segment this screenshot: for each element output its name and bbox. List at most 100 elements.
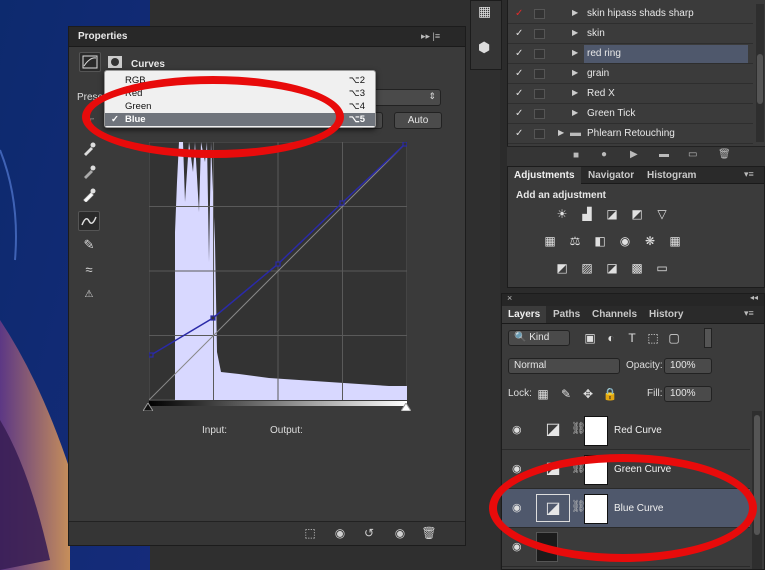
visibility-eye-icon[interactable]: ◉	[512, 423, 522, 436]
channel-mixer-icon[interactable]: ❋	[642, 234, 658, 248]
lock-position-icon[interactable]: ✥	[580, 387, 596, 401]
posterize-icon[interactable]: ▨	[579, 261, 595, 275]
curves-graph[interactable]	[149, 142, 407, 400]
properties-tab[interactable]: Properties	[72, 29, 133, 47]
lock-transparent-icon[interactable]: ▦	[535, 387, 551, 401]
toggle-box[interactable]	[534, 129, 545, 139]
visibility-eye-icon[interactable]: ◉	[391, 526, 409, 542]
toggle-box[interactable]	[534, 9, 545, 19]
layer-mask-icon[interactable]	[104, 52, 126, 72]
visibility-check-icon[interactable]: ✓	[515, 48, 523, 59]
exposure-icon[interactable]: ◩	[629, 207, 645, 221]
clip-to-layer-icon[interactable]: ⬚	[301, 526, 319, 542]
panel-menu-icon[interactable]: ▾≡	[744, 308, 754, 319]
visibility-check-icon[interactable]: ✓	[515, 28, 523, 39]
tab-layers[interactable]: Layers	[502, 306, 547, 323]
trash-icon[interactable]: 🗑	[420, 526, 438, 542]
brush-presets-icon[interactable]: ▦	[478, 3, 491, 20]
tab-navigator[interactable]: Navigator	[582, 167, 640, 184]
panel-menu-icon[interactable]: ▸▸ |≡	[421, 31, 440, 42]
color-balance-icon[interactable]: ⚖	[567, 234, 583, 248]
opacity-input[interactable]: 100%	[664, 358, 712, 374]
close-icon[interactable]: ×	[507, 293, 512, 303]
smart-object-filter-icon[interactable]: ▢	[666, 331, 682, 345]
visibility-check-icon[interactable]: ✓	[515, 108, 523, 119]
play-icon[interactable]: ▶	[630, 149, 638, 160]
color-lookup-icon[interactable]: ▦	[667, 234, 683, 248]
lock-image-icon[interactable]: ✎	[558, 387, 574, 401]
list-item[interactable]: ✓ ▶ ▬ Phlearn Retouching	[508, 124, 753, 144]
filter-kind-select[interactable]: 🔍 Kind	[508, 330, 570, 346]
fill-input[interactable]: 100%	[664, 386, 712, 402]
tab-adjustments[interactable]: Adjustments	[508, 167, 581, 184]
trash-icon[interactable]: 🗑	[718, 149, 731, 160]
photo-filter-icon[interactable]: ◉	[617, 234, 633, 248]
lock-all-icon[interactable]: 🔒	[602, 387, 618, 401]
shape-filter-icon[interactable]: ⬚	[645, 331, 661, 345]
tab-histogram[interactable]: Histogram	[641, 167, 702, 184]
curve-points-icon[interactable]	[78, 211, 100, 231]
list-item[interactable]: ✓ ▶ Red X	[508, 84, 753, 104]
expand-triangle-icon[interactable]: ▶	[572, 28, 578, 37]
filter-toggle[interactable]	[704, 328, 712, 348]
expand-triangle-icon[interactable]: ▶	[572, 48, 578, 57]
expand-triangle-icon[interactable]: ▶	[572, 88, 578, 97]
tab-channels[interactable]: Channels	[586, 306, 643, 323]
list-item[interactable]: ✓ ▶ Green Tick	[508, 104, 753, 124]
eyedropper-white-icon[interactable]	[78, 185, 100, 205]
expand-triangle-icon[interactable]: ▶	[558, 128, 564, 137]
hue-saturation-icon[interactable]: ▦	[542, 234, 558, 248]
tab-history[interactable]: History	[643, 306, 689, 323]
auto-button[interactable]: Auto	[394, 112, 442, 129]
new-folder-icon[interactable]: ▬	[659, 149, 669, 160]
curves-icon[interactable]: ◪	[604, 207, 620, 221]
smooth-icon[interactable]: ≈	[78, 259, 100, 279]
reset-icon[interactable]: ↺	[360, 526, 378, 542]
black-point-slider[interactable]	[142, 402, 154, 412]
visibility-check-icon[interactable]: ✓	[515, 128, 523, 139]
scrollbar[interactable]	[756, 4, 764, 142]
expand-triangle-icon[interactable]: ▶	[572, 8, 578, 17]
levels-icon[interactable]: ▟	[579, 207, 595, 221]
pencil-icon[interactable]: ✎	[78, 235, 100, 255]
curves-adjustment-icon[interactable]	[79, 52, 101, 72]
threshold-icon[interactable]: ◪	[604, 261, 620, 275]
toggle-box[interactable]	[534, 69, 545, 79]
new-item-icon[interactable]: ▭	[688, 149, 697, 160]
toggle-box[interactable]	[534, 49, 545, 59]
expand-triangle-icon[interactable]: ▶	[572, 68, 578, 77]
layer-row[interactable]: ◉ ◪ ⛓ Red Curve	[502, 411, 750, 450]
type-filter-icon[interactable]: T	[624, 331, 640, 345]
toggle-box[interactable]	[534, 89, 545, 99]
eyedropper-black-icon[interactable]	[78, 139, 100, 159]
record-icon[interactable]: ●	[601, 149, 607, 160]
view-previous-icon[interactable]: ◉	[331, 526, 349, 542]
blend-mode-select[interactable]: Normal	[508, 358, 620, 374]
visibility-check-icon[interactable]: ✓	[515, 8, 523, 19]
list-item[interactable]: ✓ ▶ grain	[508, 64, 753, 84]
clipping-warning-icon[interactable]: ⚠	[78, 284, 100, 304]
white-point-slider[interactable]	[400, 402, 412, 412]
toggle-box[interactable]	[534, 29, 545, 39]
collapse-icon[interactable]: ◂◂	[750, 293, 758, 302]
layer-mask-thumbnail[interactable]	[584, 416, 608, 446]
list-item[interactable]: ✓ ▶ skin	[508, 24, 753, 44]
scrollbar-thumb[interactable]	[757, 54, 763, 104]
scrollbar[interactable]	[752, 411, 762, 569]
panel-menu-icon[interactable]: ▾≡	[744, 169, 754, 180]
invert-icon[interactable]: ◩	[554, 261, 570, 275]
selective-color-icon[interactable]: ▩	[629, 261, 645, 275]
brightness-contrast-icon[interactable]: ☀	[554, 207, 570, 221]
toggle-box[interactable]	[534, 109, 545, 119]
black-white-icon[interactable]: ◧	[592, 234, 608, 248]
pixel-filter-icon[interactable]: ▣	[582, 331, 598, 345]
visibility-check-icon[interactable]: ✓	[515, 68, 523, 79]
expand-triangle-icon[interactable]: ▶	[572, 108, 578, 117]
vibrance-icon[interactable]: ▽	[654, 207, 670, 221]
list-item[interactable]: ✓ ▶ red ring	[508, 44, 753, 64]
visibility-check-icon[interactable]: ✓	[515, 88, 523, 99]
stop-icon[interactable]: ■	[573, 150, 579, 161]
gradient-map-icon[interactable]: ▭	[654, 261, 670, 275]
list-item[interactable]: ✓ ▶ skin hipass shads sharp	[508, 4, 753, 24]
adjustment-filter-icon[interactable]: ◐	[603, 331, 619, 345]
